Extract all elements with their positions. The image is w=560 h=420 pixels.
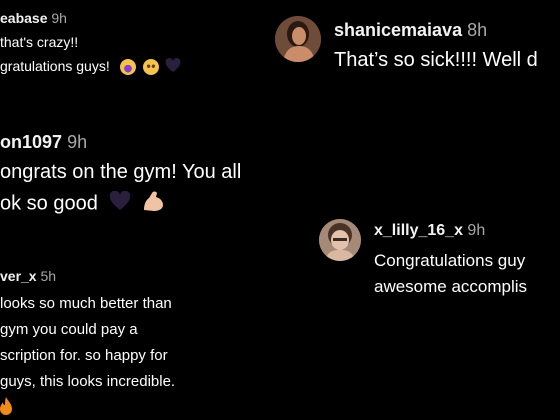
comment-text-line: looks so much better than bbox=[0, 295, 172, 312]
comment-ver-x: ver_x 5h looks so much better than gym y… bbox=[0, 268, 175, 420]
comment-timestamp: 9h bbox=[67, 132, 88, 152]
purple-heart-emoji bbox=[109, 190, 131, 217]
comment-timestamp: 8h bbox=[467, 20, 488, 40]
comment-text-line: Congratulations guy bbox=[374, 251, 526, 270]
avatar[interactable] bbox=[319, 219, 361, 261]
comment-timestamp: 9h bbox=[467, 222, 486, 239]
comment-on1097: on1097 9h ongrats on the gym! You all ok… bbox=[0, 132, 241, 218]
avatar[interactable] bbox=[275, 16, 321, 62]
comment-timestamp: 9h bbox=[51, 10, 67, 26]
profile-photo-icon bbox=[319, 219, 361, 261]
comment-username[interactable]: ver_x bbox=[0, 268, 37, 284]
comment-text-line: scription for. so happy for bbox=[0, 347, 168, 364]
comment-eabase: eabase 9h that's crazy!! gratulations gu… bbox=[0, 10, 181, 76]
comment-username[interactable]: on1097 bbox=[0, 132, 62, 152]
comment-username[interactable]: shanicemaiava bbox=[334, 20, 462, 40]
flexed-biceps-emoji bbox=[141, 190, 165, 218]
comment-text-line: ongrats on the gym! You all bbox=[0, 161, 242, 183]
comment-text-line: ok so good bbox=[0, 192, 98, 215]
fire-emoji bbox=[0, 397, 175, 420]
comment-x-lilly-16-x: x_lilly_16_x 9h Congratulations guy awes… bbox=[374, 222, 527, 300]
comment-text-line: guys, this looks incredible. bbox=[0, 373, 176, 390]
comment-text-line: that's crazy!! bbox=[0, 34, 79, 50]
comment-text-line: That’s so sick!!!! Well d bbox=[334, 49, 538, 71]
comment-timestamp: 5h bbox=[40, 268, 57, 284]
shocked-face-emoji bbox=[119, 59, 136, 76]
comment-username[interactable]: eabase bbox=[0, 10, 47, 26]
comment-username[interactable]: x_lilly_16_x bbox=[374, 222, 463, 239]
pleading-face-emoji bbox=[142, 59, 159, 76]
comment-text-line: awesome accomplis bbox=[374, 277, 528, 296]
comment-shanicemaiava: shanicemaiava 8h That’s so sick!!!! Well… bbox=[334, 20, 538, 72]
purple-heart-emoji bbox=[165, 58, 181, 76]
profile-photo-icon bbox=[275, 16, 321, 62]
comment-text-line: gratulations guys! bbox=[0, 58, 110, 74]
comment-text-line: gym you could pay a bbox=[0, 321, 138, 338]
